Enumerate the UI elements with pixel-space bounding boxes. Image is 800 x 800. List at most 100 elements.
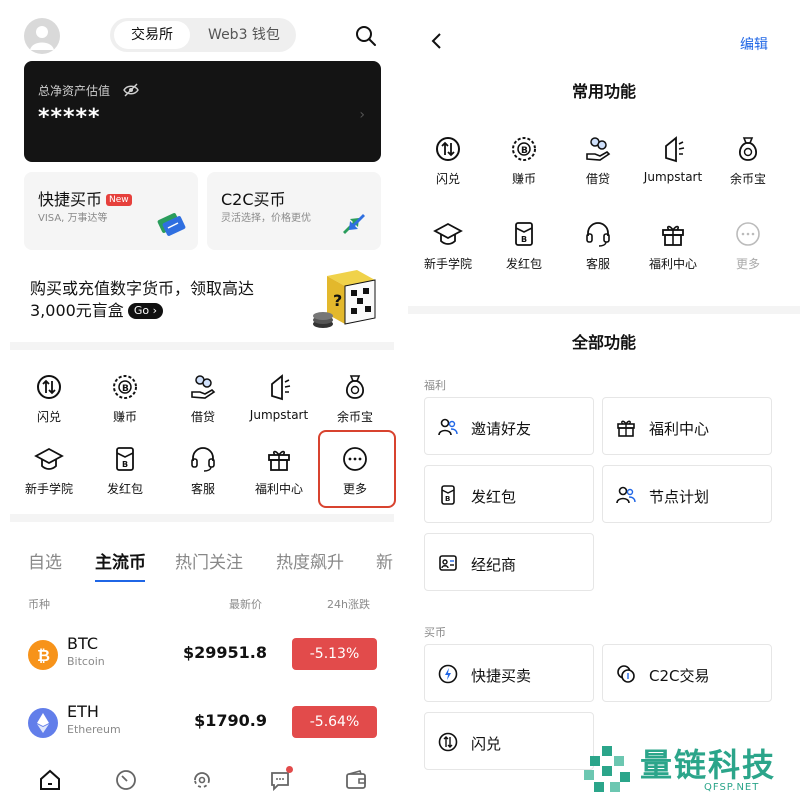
function-label: Jumpstart [249, 408, 309, 422]
function-label: 闪兑 [36, 410, 61, 424]
gift-icon [615, 416, 637, 438]
avatar[interactable] [24, 18, 60, 54]
tile-label: 邀请好友 [471, 420, 532, 438]
section-title-all: 全部功能 [571, 333, 636, 352]
users-icon [437, 416, 459, 438]
function-savings[interactable]: 余币宝 [712, 134, 784, 187]
divider [10, 514, 394, 522]
promo-banner[interactable]: 购买或充值数字货币，领取高达 3,000元盲盒 Go › ? [0, 262, 400, 340]
tile-rewards-center[interactable]: 福利中心 [602, 397, 772, 455]
jumpstart-icon [264, 372, 294, 402]
c2c-buy-card[interactable]: C2C买币 灵活选择，价格更优 [207, 172, 381, 250]
swap-icon [437, 731, 459, 753]
quick-buy-card[interactable]: 快捷买币 New VISA, 万事达等 [24, 172, 198, 250]
function-label: 新手学院 [24, 482, 73, 496]
back-icon[interactable] [426, 30, 448, 52]
function-earn[interactable]: B 赚币 [90, 372, 160, 425]
search-icon[interactable] [354, 24, 378, 48]
tile-label: 闪兑 [471, 735, 502, 753]
tile-quick-trade[interactable]: 快捷买卖 [424, 644, 594, 702]
asset-card[interactable]: 总净资产估值 ***** › [24, 61, 381, 162]
coin-change: -5.13% [292, 638, 377, 670]
function-red-packet[interactable]: B 发红包 [90, 444, 160, 497]
markets-icon[interactable] [114, 768, 138, 792]
function-rewards[interactable]: 福利中心 [637, 219, 709, 272]
quick-buy-title: 快捷买币 [38, 190, 103, 209]
watermark: 量链科技 QFSP.NET [574, 738, 800, 800]
function-rewards[interactable]: 福利中心 [244, 444, 314, 497]
coin-name: Bitcoin [67, 655, 105, 668]
swap-icon [433, 134, 463, 164]
headset-icon [583, 219, 613, 249]
tile-label: 经纪商 [471, 556, 517, 574]
tab-trending[interactable]: 热度飙升 [276, 548, 344, 573]
tile-invite-friends[interactable]: 邀请好友 [424, 397, 594, 455]
tab-new[interactable]: 新 [376, 548, 393, 573]
notification-dot [286, 766, 293, 773]
coin-icon: B [110, 372, 140, 402]
more-highlight [318, 430, 396, 508]
svg-text:B: B [122, 460, 128, 469]
coin-price: $1790.9 [194, 711, 267, 730]
tile-red-packet[interactable]: B 发红包 [424, 465, 594, 523]
function-jumpstart[interactable]: Jumpstart [637, 134, 709, 184]
function-savings[interactable]: 余币宝 [320, 372, 390, 425]
function-label: 余币宝 [729, 172, 766, 186]
function-label: 福利中心 [648, 257, 697, 271]
divider [10, 342, 394, 350]
go-button[interactable]: Go › [127, 303, 163, 319]
function-swap[interactable]: 闪兑 [14, 372, 84, 425]
function-more[interactable]: 更多 [712, 219, 784, 272]
tab-favorites[interactable]: 自选 [28, 548, 62, 573]
tab-exchange[interactable]: 交易所 [114, 21, 190, 49]
function-support[interactable]: 客服 [562, 219, 634, 272]
svg-text:B: B [445, 495, 450, 503]
quick-buy-subtitle: VISA, 万事达等 [38, 213, 108, 224]
function-label: 发红包 [106, 482, 143, 496]
tab-mainstream[interactable]: 主流币 [95, 548, 146, 573]
edit-button[interactable]: 编辑 [740, 34, 768, 54]
jumpstart-icon [658, 134, 688, 164]
function-red-packet[interactable]: B 发红包 [488, 219, 560, 272]
trade-icon[interactable] [190, 768, 214, 792]
gift-icon [658, 219, 688, 249]
tile-swap[interactable]: 闪兑 [424, 712, 594, 770]
col-change: 24h涨跌 [327, 598, 370, 611]
mystery-box-icon: ? [311, 266, 383, 334]
function-academy[interactable]: 新手学院 [14, 444, 84, 497]
function-label: 赚币 [511, 172, 536, 186]
tile-broker[interactable]: 经纪商 [424, 533, 594, 591]
bottom-nav [0, 760, 400, 800]
exchange-arrows-icon [339, 210, 369, 238]
function-label: Jumpstart [643, 170, 703, 184]
tile-node-program[interactable]: 节点计划 [602, 465, 772, 523]
tab-hot[interactable]: 热门关注 [175, 548, 243, 573]
tab-web3-wallet[interactable]: Web3 钱包 [196, 21, 292, 49]
c2c-buy-title: C2C买币 [221, 190, 286, 209]
function-label: 发红包 [505, 257, 542, 271]
home-icon[interactable] [38, 768, 62, 792]
function-label: 余币宝 [336, 410, 373, 424]
function-jumpstart[interactable]: Jumpstart [244, 372, 314, 422]
red-packet-icon: B [509, 219, 539, 249]
function-label: 借贷 [585, 172, 610, 186]
user-icon [30, 26, 54, 50]
coin-row-eth[interactable]: ETH Ethereum $1790.9 -5.64% [0, 694, 400, 758]
function-earn[interactable]: B 赚币 [488, 134, 560, 187]
function-swap[interactable]: 闪兑 [412, 134, 484, 187]
eye-off-icon[interactable] [123, 82, 139, 98]
tile-label: 福利中心 [649, 420, 710, 438]
function-academy[interactable]: 新手学院 [412, 219, 484, 272]
function-loan[interactable]: 借贷 [168, 372, 238, 425]
function-label: 客服 [585, 257, 610, 271]
coin-row-btc[interactable]: ₿ BTC Bitcoin $29951.8 -5.13% [0, 626, 400, 690]
lightning-icon [437, 663, 459, 685]
wallet-icon[interactable] [344, 768, 368, 792]
home-screen: 交易所 Web3 钱包 总净资产估值 ***** › 快捷买币 New VISA,… [0, 0, 400, 800]
function-label: 更多 [735, 257, 760, 271]
function-support[interactable]: 客服 [168, 444, 238, 497]
promo-line1: 购买或充值数字货币，领取高达 [30, 279, 255, 298]
tile-c2c-trade[interactable]: C2C交易 [602, 644, 772, 702]
function-loan[interactable]: 借贷 [562, 134, 634, 187]
tile-label: 发红包 [471, 488, 517, 506]
